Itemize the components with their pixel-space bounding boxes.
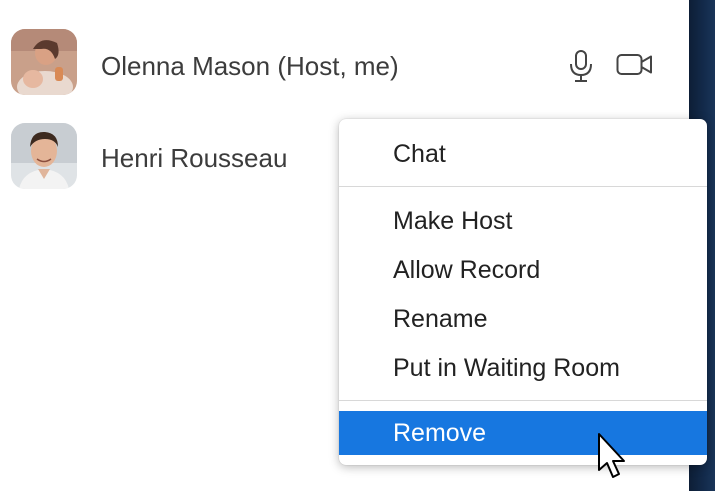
mouse-pointer-icon [598,433,625,478]
microphone-icon[interactable] [568,49,594,83]
participant-row-olenna[interactable]: Olenna Mason (Host, me) [0,27,689,97]
menu-divider [339,400,707,401]
avatar [11,123,77,189]
participant-context-menu: Chat Make Host Allow Record Rename Put i… [339,119,707,465]
menu-item-allow-record[interactable]: Allow Record [339,248,707,292]
participant-name: Olenna Mason (Host, me) [101,51,399,81]
menu-item-chat[interactable]: Chat [339,132,707,176]
avatar [11,29,77,95]
video-camera-icon[interactable] [616,53,654,77]
menu-item-make-host[interactable]: Make Host [339,199,707,243]
menu-item-rename[interactable]: Rename [339,297,707,341]
menu-divider [339,186,707,187]
menu-item-remove[interactable]: Remove [339,411,707,455]
participant-name: Henri Rousseau [101,143,288,173]
menu-item-put-in-waiting-room[interactable]: Put in Waiting Room [339,346,707,390]
